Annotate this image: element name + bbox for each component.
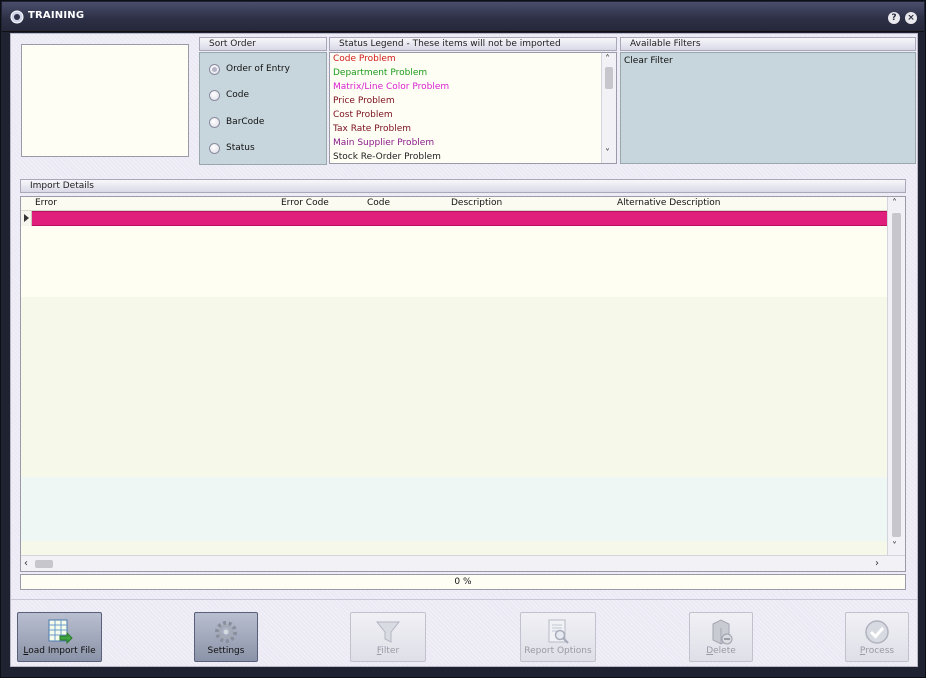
radio-icon[interactable] [209, 89, 220, 101]
sort-option-label: Status [226, 143, 255, 153]
sort-option-label: BarCode [226, 117, 265, 127]
sort-option-status[interactable]: Status [209, 141, 255, 155]
filter-button[interactable]: Filter [350, 612, 426, 662]
sort-option-order-of-entry[interactable]: Order of Entry [209, 62, 290, 76]
funnel-icon [375, 621, 401, 643]
spreadsheet-import-icon [48, 619, 73, 645]
radio-icon[interactable] [209, 116, 220, 128]
load-import-file-button[interactable]: Load Import File [17, 612, 102, 662]
button-label: Settings [207, 646, 245, 656]
scroll-down-icon[interactable]: ˅ [605, 149, 610, 159]
column-header-code[interactable]: Code [367, 198, 390, 208]
selected-table-row[interactable] [32, 211, 887, 226]
status-legend-list[interactable]: Code Problem Department Problem Matrix/L… [329, 52, 617, 164]
legend-item-stock-reorder-problem: Stock Re-Order Problem [333, 152, 441, 162]
sort-option-label: Order of Entry [226, 64, 290, 74]
import-details-grid[interactable]: Error Error Code Code Description Altern… [20, 196, 906, 572]
window-title: TRAINING [28, 10, 85, 21]
import-progress-bar: 0 % [20, 574, 906, 590]
sort-order-header: Sort Order [199, 37, 327, 51]
app-logo-icon [10, 10, 24, 24]
legend-scrollbar[interactable]: ˄ ˅ [601, 53, 616, 163]
scroll-right-icon[interactable]: › [875, 559, 879, 569]
legend-item-department-problem: Department Problem [333, 68, 428, 78]
delete-bin-icon [712, 619, 733, 645]
grid-horizontal-scrollbar[interactable]: ‹ › [21, 555, 905, 571]
button-label: Delete [706, 646, 736, 656]
gear-icon [215, 621, 237, 643]
button-separator [11, 599, 917, 600]
button-label: Report Options [524, 646, 592, 656]
button-label: Load Import File [23, 646, 96, 656]
legend-item-matrix-problem: Matrix/Line Color Problem [333, 82, 450, 92]
grid-header-row: Error Error Code Code Description Altern… [21, 197, 887, 211]
button-label: Process [859, 646, 895, 656]
column-header-error[interactable]: Error [35, 198, 57, 208]
filter-item-clear[interactable]: Clear Filter [624, 56, 673, 66]
column-header-description[interactable]: Description [451, 198, 502, 208]
column-header-error-code[interactable]: Error Code [281, 198, 329, 208]
legend-item-code-problem: Code Problem [333, 54, 396, 64]
radio-icon[interactable] [209, 142, 220, 154]
available-filters-list[interactable]: Clear Filter [620, 52, 916, 164]
item-image-box [21, 44, 189, 157]
radio-selected-icon[interactable] [209, 63, 220, 75]
title-bar[interactable]: TRAINING ? × [2, 2, 924, 32]
sort-order-panel: Order of Entry Code BarCode Status [199, 52, 327, 165]
grid-empty-area [21, 227, 887, 297]
grid-empty-area [21, 477, 887, 541]
grid-horizontal-scroll-thumb[interactable] [35, 560, 53, 568]
legend-item-tax-rate-problem: Tax Rate Problem [333, 124, 412, 134]
status-legend-header: Status Legend - These items will not be … [329, 37, 617, 51]
report-magnifier-icon [548, 619, 569, 644]
scroll-left-icon[interactable]: ‹ [24, 559, 28, 569]
settings-button[interactable]: Settings [194, 612, 258, 662]
available-filters-header: Available Filters [620, 37, 916, 51]
sort-option-barcode[interactable]: BarCode [209, 115, 264, 129]
sort-option-code[interactable]: Code [209, 88, 249, 102]
legend-scroll-thumb[interactable] [605, 67, 613, 89]
checkmark-icon [865, 620, 889, 644]
sort-option-label: Code [226, 90, 250, 100]
column-header-alt-description[interactable]: Alternative Description [617, 198, 721, 208]
legend-item-main-supplier-problem: Main Supplier Problem [333, 138, 435, 148]
grid-vertical-scroll-thumb[interactable] [892, 213, 901, 537]
close-button[interactable]: × [905, 12, 917, 24]
legend-item-price-problem: Price Problem [333, 96, 395, 106]
current-row-arrow-icon [21, 211, 32, 226]
delete-button[interactable]: Delete [689, 612, 753, 662]
scroll-up-icon[interactable]: ˄ [892, 199, 897, 209]
import-window: TRAINING ? × Sort Order Order of Entry C… [0, 0, 926, 678]
scroll-down-icon[interactable]: ˅ [892, 542, 897, 552]
grid-empty-area [21, 297, 887, 477]
legend-item-cost-problem: Cost Problem [333, 110, 393, 120]
grid-vertical-scrollbar[interactable]: ˄ ˅ [887, 197, 905, 557]
button-label: Filter [376, 646, 400, 656]
scroll-up-icon[interactable]: ˄ [605, 55, 610, 65]
client-area: Sort Order Order of Entry Code BarCode S… [10, 33, 918, 667]
import-details-header: Import Details [20, 179, 906, 193]
progress-text: 0 % [454, 577, 472, 587]
report-options-button[interactable]: Report Options [520, 612, 596, 662]
process-button[interactable]: Process [845, 612, 909, 662]
help-button[interactable]: ? [888, 12, 900, 24]
